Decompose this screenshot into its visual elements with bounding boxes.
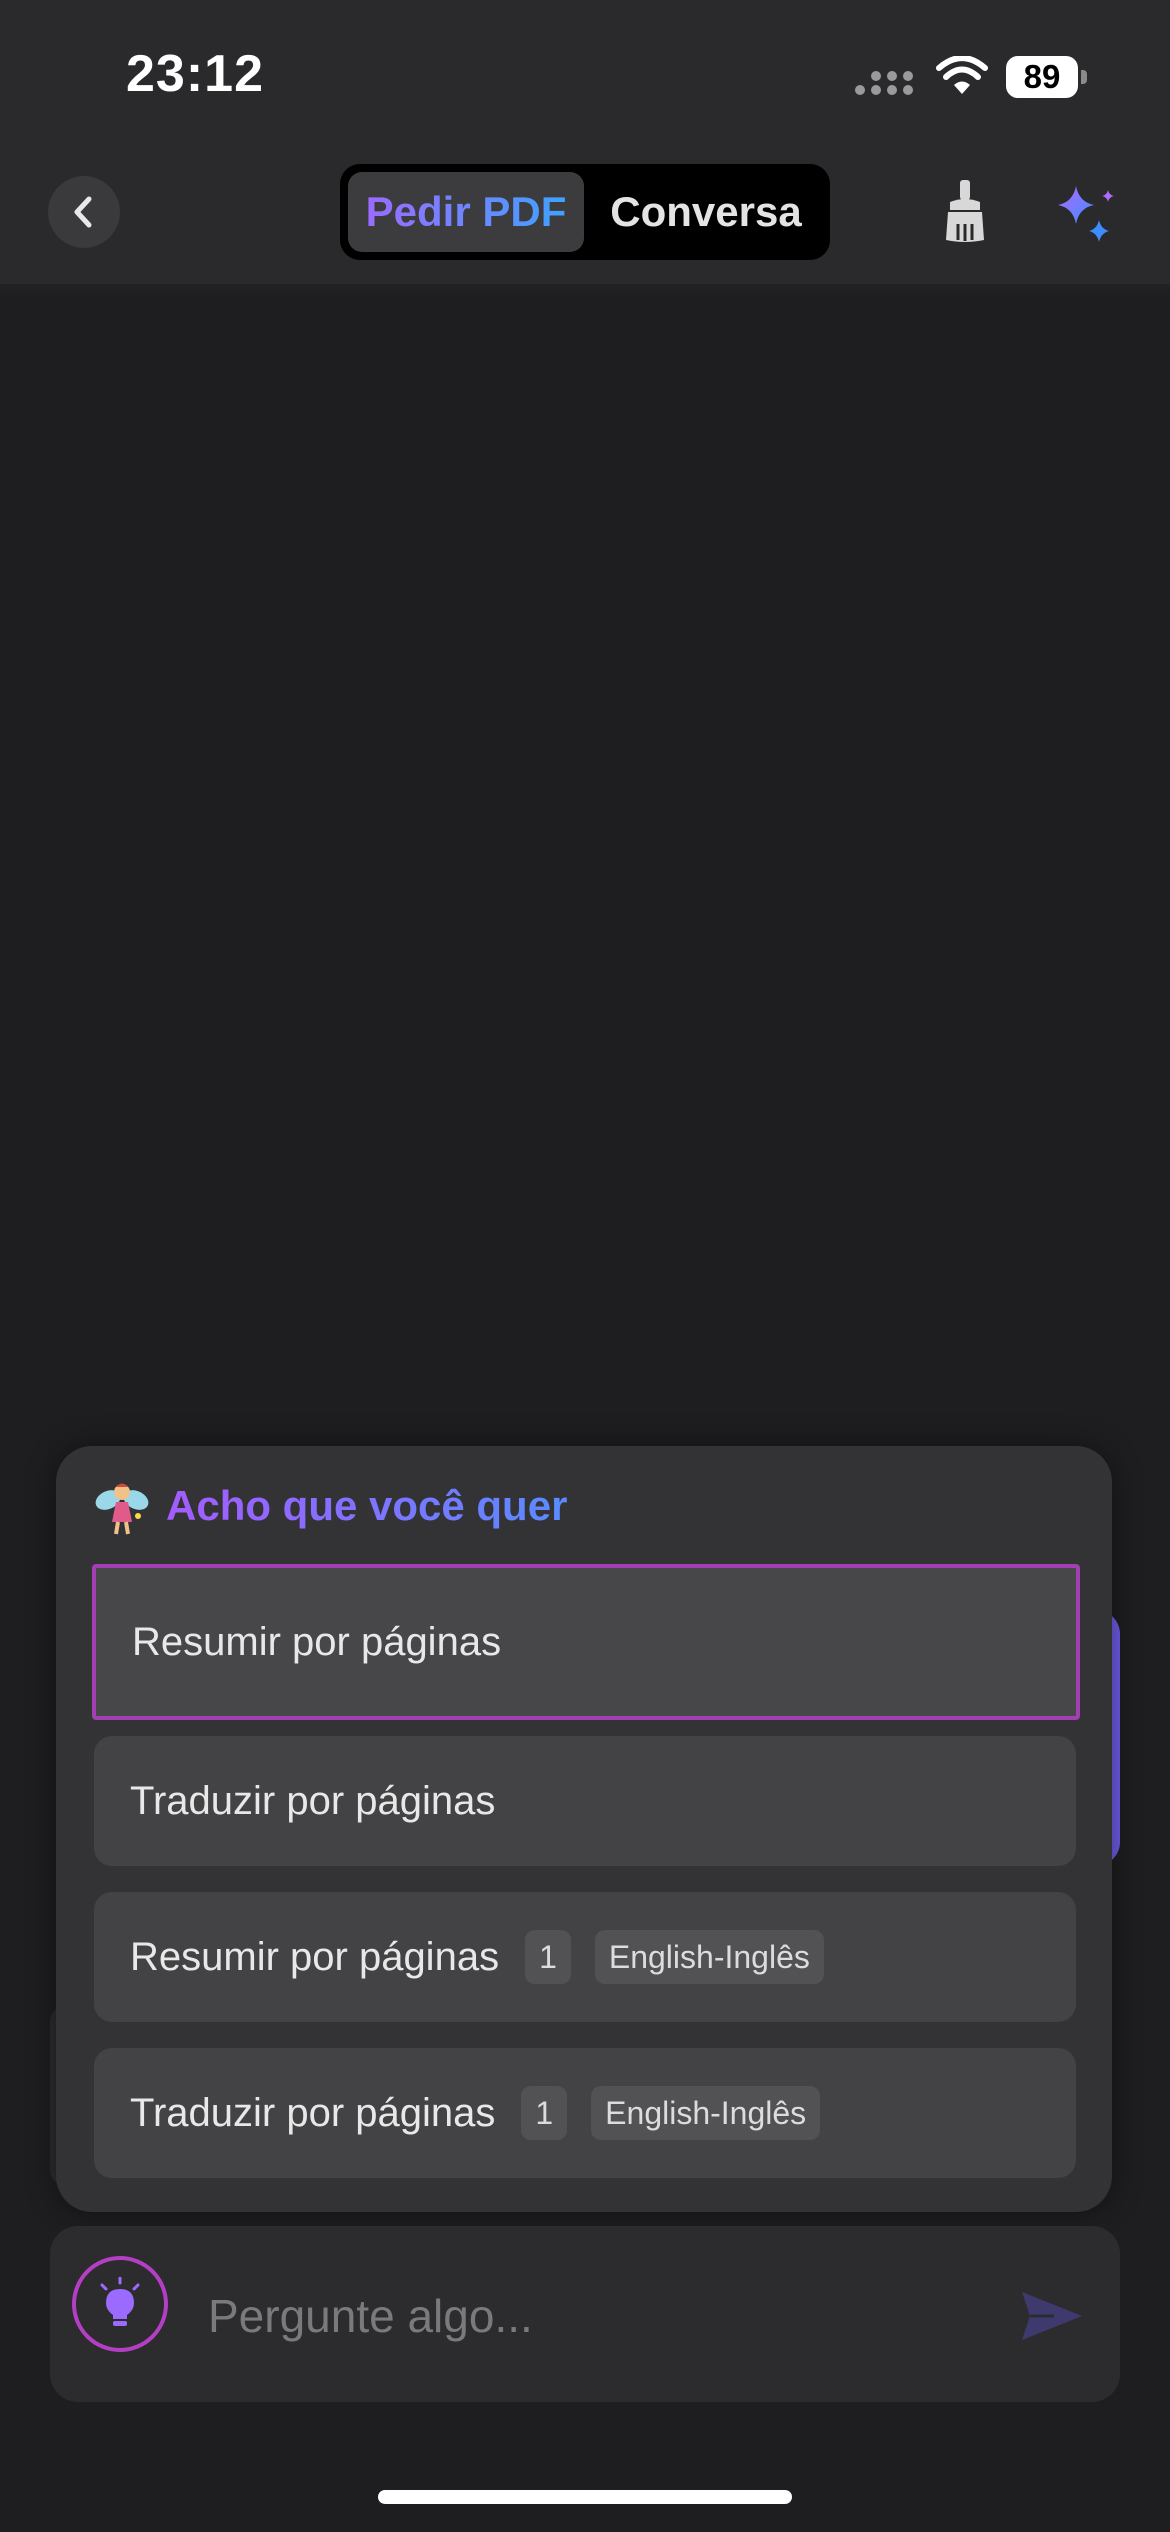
tab-conversa[interactable]: Conversa [590,172,822,252]
tab-pedir-pdf[interactable]: Pedir PDF [348,172,584,252]
suggestion-label: Traduzir por páginas [130,2090,496,2135]
broom-icon[interactable] [940,178,990,244]
ask-input[interactable] [206,2280,970,2352]
signal-icon [855,71,913,95]
sparkle-icon[interactable] [1054,182,1118,246]
battery-icon: 89 [1006,56,1088,100]
suggestion-label: Traduzir por páginas [130,1778,496,1823]
fairy-icon [95,1483,149,1535]
suggestion-label: Resumir por páginas [132,1619,502,1664]
page-badge: 1 [521,2086,568,2140]
page-badge: 1 [525,1930,571,1984]
suggestion-item[interactable]: Traduzir por páginas 1 English-Inglês [94,2048,1076,2178]
suggestion-item[interactable]: Resumir por páginas [92,1564,1080,1720]
suggestion-panel-title: Acho que você quer [166,1482,568,1529]
status-time: 23:12 [126,45,264,103]
lightbulb-icon [100,2277,140,2326]
home-indicator [378,2490,792,2504]
chevron-left-icon [74,196,92,228]
battery-level: 89 [1023,58,1061,95]
mode-segmented-control: Pedir PDF Conversa [340,164,830,260]
suggestion-item[interactable]: Resumir por páginas 1 English-Inglês [94,1892,1076,2022]
header-divider [0,284,1170,298]
suggestion-item[interactable]: Traduzir por páginas [94,1736,1076,1866]
suggestions-toggle-button[interactable] [72,2256,168,2352]
suggestion-label: Resumir por páginas [130,1934,500,1979]
wifi-icon [936,56,988,94]
language-badge: English-Inglês [591,2086,821,2140]
send-icon[interactable] [1020,2288,1084,2344]
back-button[interactable] [48,176,120,248]
language-badge: English-Inglês [594,1930,824,1984]
tab-pedir-pdf-label: Pedir PDF [365,188,567,235]
